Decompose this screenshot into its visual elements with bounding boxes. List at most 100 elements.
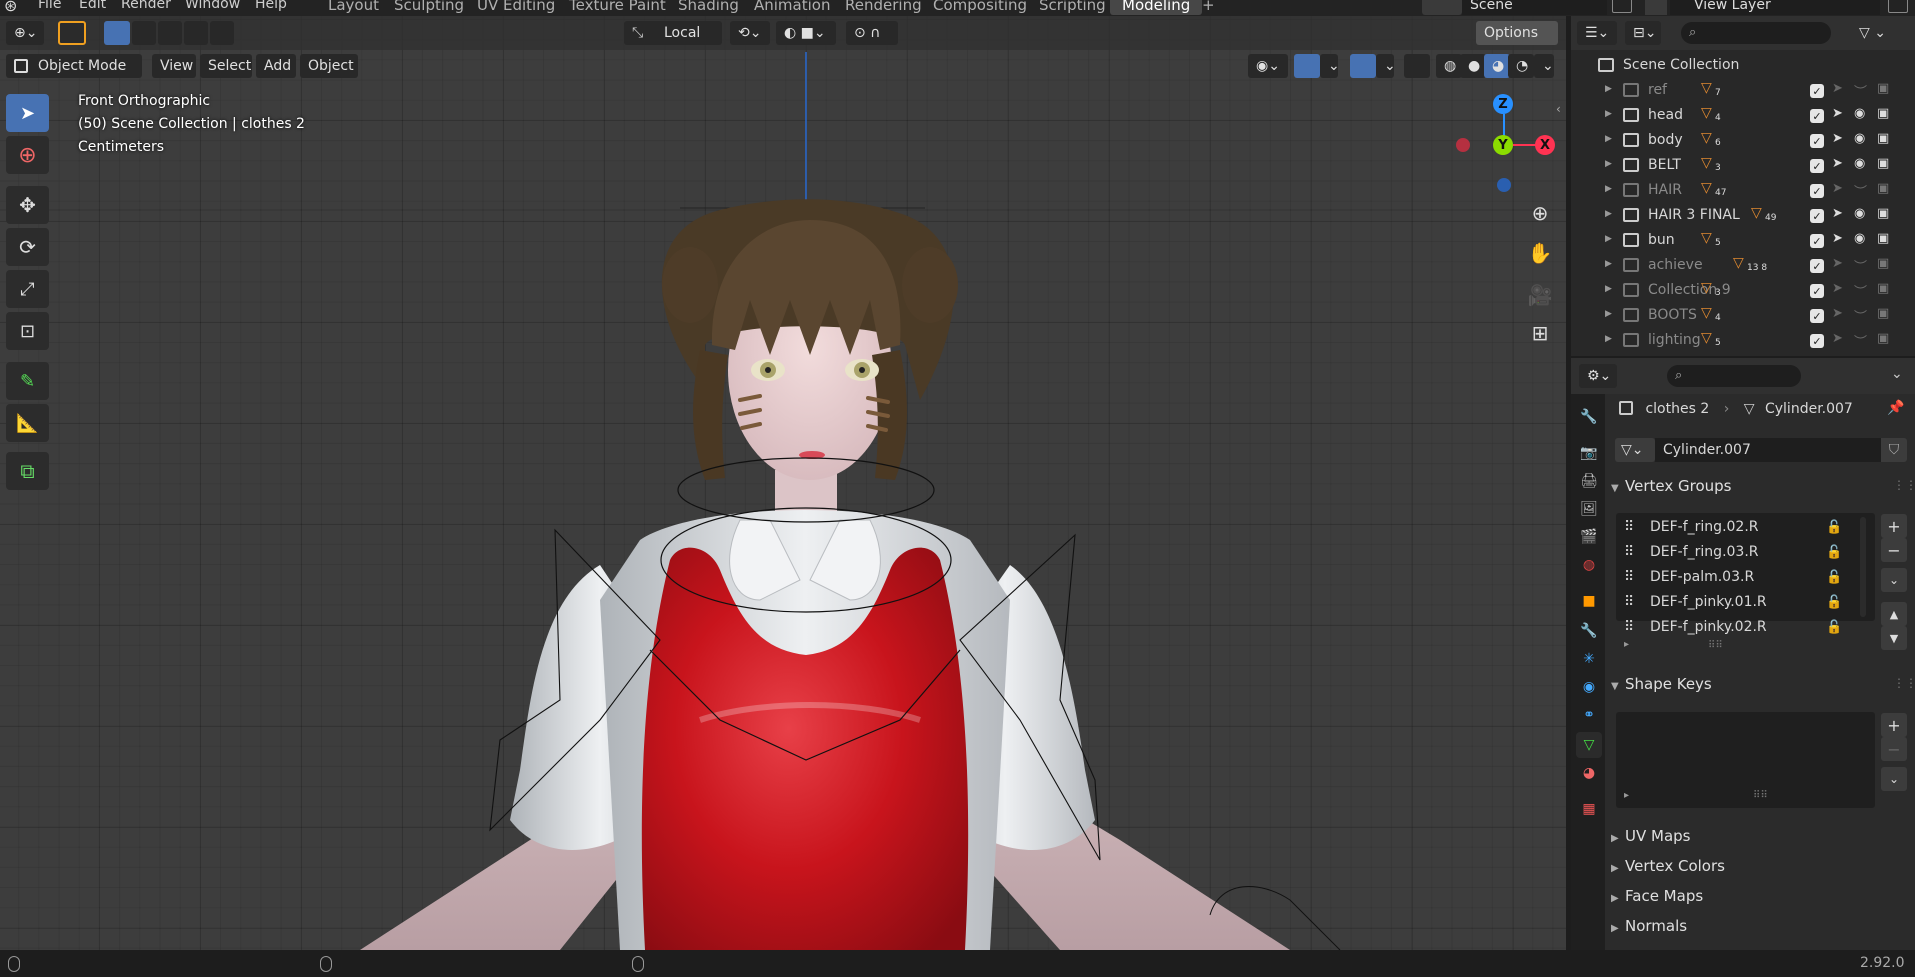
annotate-tool-icon[interactable]: ✎: [6, 362, 49, 400]
camera-view-icon[interactable]: 🎥: [1523, 278, 1557, 312]
exclude-checkbox[interactable]: ✓: [1810, 234, 1824, 248]
shading-dropdown-icon[interactable]: ⌄: [1534, 54, 1554, 78]
scene-name-field[interactable]: Scene: [1462, 0, 1607, 15]
view-layer-field[interactable]: View Layer: [1670, 0, 1880, 15]
exclude-checkbox[interactable]: ✓: [1810, 209, 1824, 223]
selectable-arrow-icon[interactable]: ➤: [1832, 306, 1843, 321]
exclude-checkbox[interactable]: ✓: [1810, 159, 1824, 173]
add-vertex-group-button[interactable]: +: [1881, 514, 1907, 538]
exclude-checkbox[interactable]: ✓: [1810, 309, 1824, 323]
outliner-collection-row[interactable]: ▶ HAIR 3 FINAL ▽ 49 ✓ ➤ ◉ ▣: [1571, 203, 1915, 228]
tab-layout[interactable]: Layout: [316, 0, 391, 15]
tab-texture-paint[interactable]: Texture Paint: [557, 0, 678, 15]
lock-icon[interactable]: 🔓: [1826, 515, 1842, 540]
tab-sculpting[interactable]: Sculpting: [382, 0, 476, 15]
list-resize-handle-icon[interactable]: ⠿⠿: [1753, 790, 1768, 801]
select-box-tool-icon[interactable]: ➤: [6, 94, 49, 132]
expand-arrow-icon[interactable]: ▶: [1605, 284, 1612, 294]
menu-help[interactable]: Help: [255, 0, 287, 12]
outliner-editor-type-icon[interactable]: ☰⌄: [1577, 21, 1617, 45]
render-tab-icon[interactable]: 📷: [1576, 440, 1602, 466]
outliner-collection-row[interactable]: ▶ bun ▽ 5 ✓ ➤ ◉ ▣: [1571, 228, 1915, 253]
tab-uv-editing[interactable]: UV Editing: [465, 0, 567, 15]
tab-rendering[interactable]: Rendering: [833, 0, 934, 15]
hidden-eye-icon[interactable]: ︶: [1854, 331, 1867, 350]
move-up-button[interactable]: ▲: [1881, 602, 1907, 626]
select-subtract-mode-icon[interactable]: [158, 21, 182, 45]
selectable-arrow-icon[interactable]: ➤: [1832, 81, 1843, 96]
scene-tab-icon[interactable]: 🎬: [1576, 524, 1602, 550]
selectable-arrow-icon[interactable]: ➤: [1832, 256, 1843, 271]
mesh-data-tab-icon[interactable]: ▽: [1576, 732, 1602, 758]
gizmo-z-axis[interactable]: Z: [1493, 94, 1513, 114]
select-new-mode-icon[interactable]: [104, 21, 130, 45]
scene-collection-row[interactable]: Scene Collection: [1571, 53, 1915, 78]
scale-tool-icon[interactable]: ⤢: [6, 270, 49, 308]
camera-render-icon[interactable]: ▣: [1877, 181, 1889, 196]
expand-arrow-icon[interactable]: ▶: [1605, 209, 1612, 219]
material-preview-shading-icon[interactable]: ◕: [1484, 54, 1510, 78]
particles-tab-icon[interactable]: ✳: [1576, 646, 1602, 672]
hidden-eye-icon[interactable]: ︶: [1854, 281, 1867, 300]
lock-icon[interactable]: 🔓: [1826, 565, 1842, 590]
selectable-arrow-icon[interactable]: ➤: [1832, 331, 1843, 346]
new-view-layer-icon[interactable]: [1888, 0, 1908, 13]
wireframe-shading-icon[interactable]: ◍: [1436, 54, 1462, 78]
physics-tab-icon[interactable]: ◉: [1576, 674, 1602, 700]
lock-icon[interactable]: 🔓: [1826, 540, 1842, 565]
add-cube-tool-icon[interactable]: ⧉: [6, 452, 49, 490]
view-layer-icon[interactable]: [1645, 0, 1667, 15]
add-workspace-button[interactable]: +: [1190, 0, 1227, 15]
drag-handle-icon[interactable]: ⋮⋮: [1893, 478, 1915, 492]
lock-icon[interactable]: 🔓: [1826, 615, 1842, 640]
hidden-eye-icon[interactable]: ︶: [1854, 181, 1867, 200]
properties-options-icon[interactable]: ⌄: [1891, 366, 1903, 382]
tab-shading[interactable]: Shading: [666, 0, 751, 15]
view-layer-tab-icon[interactable]: 🖼: [1576, 496, 1602, 522]
outliner-collection-row[interactable]: ▶ body ▽ 6 ✓ ➤ ◉ ▣: [1571, 128, 1915, 153]
select-tool-icon[interactable]: [58, 21, 86, 45]
eye-icon[interactable]: ◉: [1854, 231, 1865, 246]
selectable-arrow-icon[interactable]: ➤: [1832, 131, 1843, 146]
tab-scripting[interactable]: Scripting: [1027, 0, 1118, 15]
exclude-checkbox[interactable]: ✓: [1810, 84, 1824, 98]
expand-arrow-icon[interactable]: ▶: [1605, 84, 1612, 94]
menu-edit[interactable]: Edit: [79, 0, 106, 12]
rotate-tool-icon[interactable]: ⟳: [6, 228, 49, 266]
vertex-groups-panel-header[interactable]: ▼ Vertex Groups: [1611, 472, 1915, 500]
rendered-shading-icon[interactable]: ◔: [1508, 54, 1534, 78]
proportional-editing-icon[interactable]: ⊙ ∩: [846, 21, 898, 45]
selectable-arrow-icon[interactable]: ➤: [1832, 181, 1843, 196]
camera-render-icon[interactable]: ▣: [1877, 281, 1889, 296]
display-mode-icon[interactable]: ⊟⌄: [1625, 21, 1661, 45]
hidden-eye-icon[interactable]: ︶: [1854, 81, 1867, 100]
add-shape-key-button[interactable]: +: [1881, 713, 1907, 737]
snap-icon[interactable]: ◐ ■⌄: [776, 21, 836, 45]
expand-arrow-icon[interactable]: ▶: [1605, 109, 1612, 119]
tab-compositing[interactable]: Compositing: [921, 0, 1039, 15]
hidden-eye-icon[interactable]: ︶: [1854, 306, 1867, 325]
ortho-toggle-icon[interactable]: ⊞: [1523, 316, 1557, 350]
outliner-search-input[interactable]: ⌕: [1681, 22, 1831, 44]
camera-render-icon[interactable]: ▣: [1877, 206, 1889, 221]
exclude-checkbox[interactable]: ✓: [1810, 284, 1824, 298]
outliner-collection-row[interactable]: ▶ BOOTS ▽ 4 ✓ ➤ ︶ ▣: [1571, 303, 1915, 328]
selectable-arrow-icon[interactable]: ➤: [1832, 106, 1843, 121]
select-extend-mode-icon[interactable]: [132, 21, 156, 45]
world-tab-icon[interactable]: ◍: [1576, 552, 1602, 578]
camera-render-icon[interactable]: ▣: [1877, 81, 1889, 96]
scene-selector-icon[interactable]: [1422, 0, 1462, 15]
expand-arrow-icon[interactable]: ▶: [1605, 309, 1612, 319]
list-resize-handle-icon[interactable]: ⠿⠿: [1708, 640, 1723, 651]
tool-tab-icon[interactable]: 🔧: [1576, 404, 1602, 430]
pan-hand-icon[interactable]: ✋: [1523, 236, 1557, 270]
vertex-group-item[interactable]: ⠿ DEF-f_pinky.02.R 🔓: [1616, 615, 1856, 640]
select-invert-mode-icon[interactable]: [184, 21, 208, 45]
outliner-collection-row[interactable]: ▶ HAIR ▽ 47 ✓ ➤ ︶ ▣: [1571, 178, 1915, 203]
outliner-collection-row[interactable]: ▶ Collection 9 ▽ 3 ✓ ➤ ︶ ▣: [1571, 278, 1915, 303]
modifier-tab-icon[interactable]: 🔧: [1576, 618, 1602, 644]
vertex-group-item[interactable]: ⠿ DEF-palm.03.R 🔓: [1616, 565, 1856, 590]
pivot-point-icon[interactable]: ⟲⌄: [730, 21, 770, 45]
vertex-colors-panel-header[interactable]: ▶ Vertex Colors: [1611, 852, 1915, 880]
menu-window[interactable]: Window: [185, 0, 240, 12]
